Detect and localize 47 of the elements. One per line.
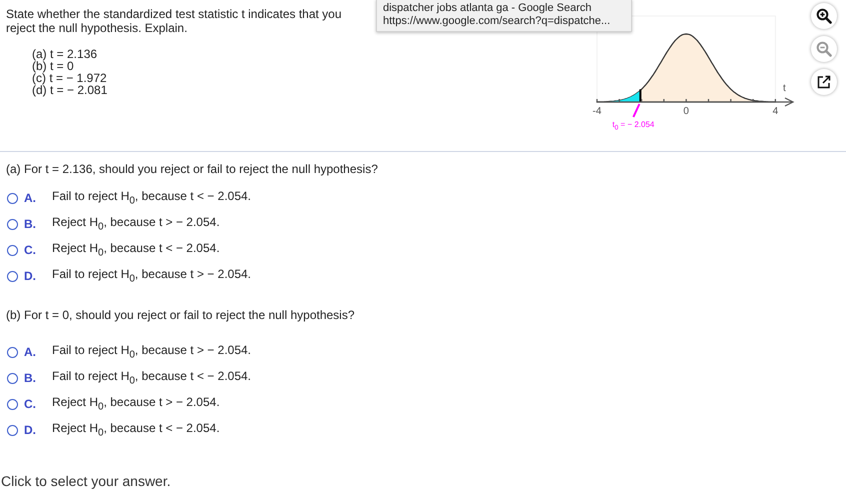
external-window-icon bbox=[817, 75, 831, 89]
popout-button[interactable] bbox=[811, 69, 837, 95]
zoom-in-icon bbox=[816, 8, 832, 24]
option-text[interactable]: Reject H$_{0}$, because t < − 2.054. bbox=[52, 421, 220, 439]
option-letter: A. bbox=[24, 345, 37, 359]
option-letter: D. bbox=[24, 423, 37, 437]
question-text: reject the null hypothesis. Explain. bbox=[6, 21, 188, 35]
question-text: State whether the standardized test statistic t indicates that you bbox=[6, 7, 342, 21]
option-letter: D. bbox=[24, 269, 37, 283]
option-text[interactable]: Fail to reject H$_{0}$, because t < − 2.054. bbox=[52, 369, 252, 387]
zoom-in-button[interactable] bbox=[811, 3, 837, 29]
tick-label: 0 bbox=[683, 106, 689, 117]
part-item: (a) t = 2.136 bbox=[32, 48, 98, 60]
tick-label: -4 bbox=[592, 106, 602, 117]
tooltip-url: https://www.google.com/search?q=dispatche... bbox=[383, 15, 612, 28]
option-text[interactable]: Reject H$_{0}$, because t > − 2.054. bbox=[52, 215, 220, 233]
instruction-text: Click to select your answer. bbox=[0, 473, 172, 491]
question-prompt: (a) For t = 2.136, should you reject or fail to reject the null hypothesis? bbox=[6, 162, 379, 176]
tick-label: 4 bbox=[772, 106, 778, 117]
part-item: (c) t = − 1.972 bbox=[32, 72, 108, 84]
part-item: (b) t = 0 bbox=[32, 60, 75, 72]
radio-button[interactable] bbox=[7, 372, 18, 384]
axis-label: t bbox=[783, 83, 786, 94]
option-text[interactable]: Reject H$_{0}$, because t > − 2.054. bbox=[52, 395, 220, 413]
radio-button[interactable] bbox=[7, 192, 18, 204]
critical-value-label: t$_{0}$ = − 2.054 bbox=[612, 120, 654, 132]
option-letter: C. bbox=[24, 397, 37, 411]
radio-button[interactable] bbox=[7, 346, 18, 358]
option-text[interactable]: Fail to reject H$_{0}$, because t < − 2.054. bbox=[52, 189, 252, 207]
option-letter: B. bbox=[24, 371, 37, 385]
option-letter: C. bbox=[24, 243, 37, 257]
option-text[interactable]: Fail to reject H$_{0}$, because t > − 2.054. bbox=[52, 267, 252, 285]
radio-button[interactable] bbox=[7, 270, 18, 282]
question-prompt: (b) For t = 0, should you reject or fail to reject the null hypothesis? bbox=[6, 308, 356, 322]
zoom-out-icon bbox=[816, 41, 832, 57]
radio-button[interactable] bbox=[7, 398, 18, 410]
radio-button[interactable] bbox=[7, 218, 18, 230]
radio-button[interactable] bbox=[7, 244, 18, 256]
option-text[interactable]: Reject H$_{0}$, because t < − 2.054. bbox=[52, 241, 220, 259]
radio-button[interactable] bbox=[7, 424, 18, 436]
option-letter: A. bbox=[24, 191, 37, 205]
critical-value-line bbox=[639, 89, 642, 102]
option-letter: B. bbox=[24, 217, 37, 231]
tooltip-title: dispatcher jobs atlanta ga - Google Search bbox=[383, 2, 593, 15]
leader-line bbox=[632, 104, 640, 118]
option-text[interactable]: Fail to reject H$_{0}$, because t > − 2.054. bbox=[52, 343, 252, 361]
part-item: (d) t = − 2.081 bbox=[32, 84, 108, 96]
